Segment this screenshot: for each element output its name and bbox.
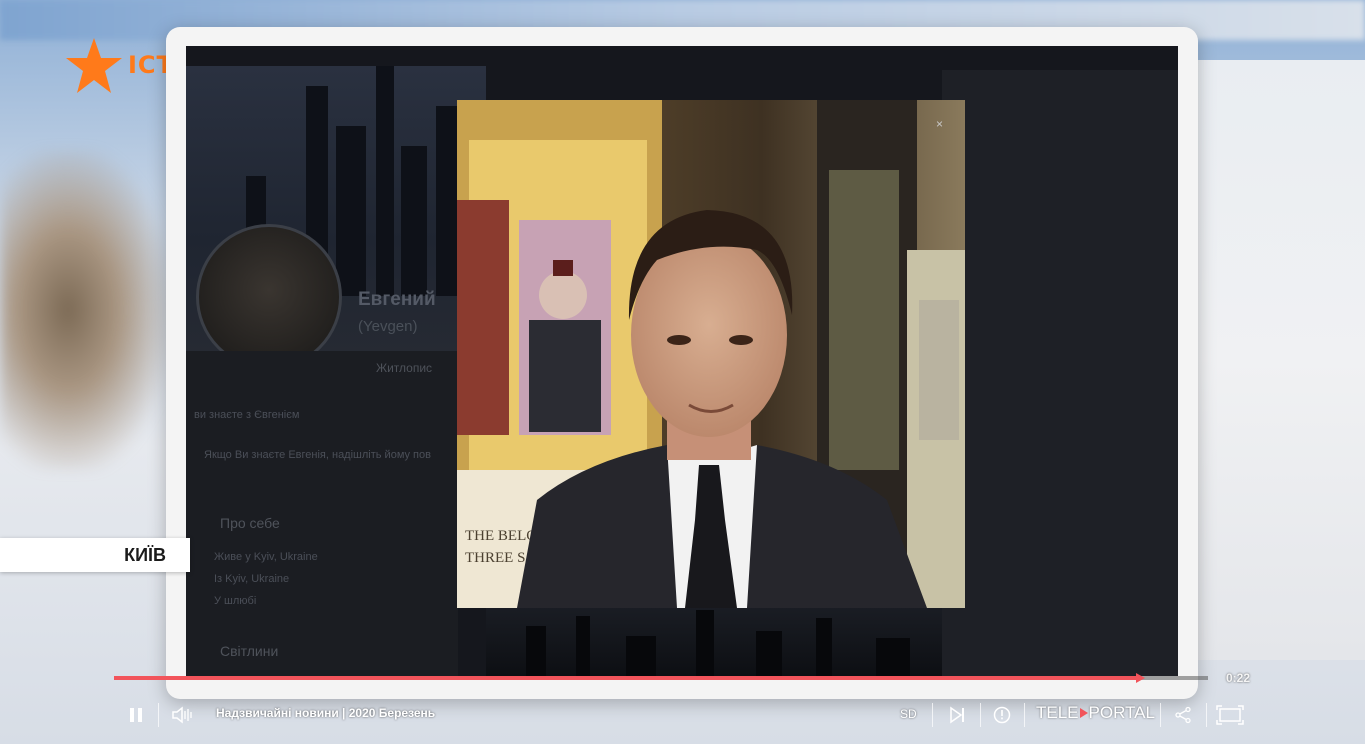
progress-fill xyxy=(114,676,1142,680)
progress-handle[interactable] xyxy=(1136,673,1145,683)
video-title: Надзвичайні новини | 2020 Березень xyxy=(216,706,436,720)
teleportal-link[interactable]: TELE PORTAL xyxy=(1036,703,1155,723)
background-right-blur xyxy=(1195,60,1365,660)
volume-button[interactable] xyxy=(168,698,196,732)
profile-photos-title: Світлини xyxy=(220,643,279,659)
profile-avatar xyxy=(196,224,342,370)
brand-text-right: PORTAL xyxy=(1088,703,1155,722)
svg-text:THE BELO: THE BELO xyxy=(465,528,537,544)
location-tag: КИЇВ xyxy=(0,538,190,572)
playback-time: 0:22 xyxy=(1226,671,1251,685)
star-icon xyxy=(66,38,122,93)
progress-bar[interactable] xyxy=(114,673,1208,683)
separator xyxy=(158,703,159,727)
volume-icon xyxy=(172,706,192,724)
separator xyxy=(1160,703,1161,727)
separator xyxy=(1024,703,1025,727)
pause-button[interactable] xyxy=(124,698,148,732)
profile-about-item: Живе у Kyiv, Ukraine xyxy=(214,551,318,563)
info-button[interactable] xyxy=(990,698,1014,732)
profile-about-item: У шлюбі xyxy=(214,595,257,607)
brand-text-left: TELE xyxy=(1036,703,1079,722)
info-icon xyxy=(993,706,1011,724)
profile-name: Евгений xyxy=(358,289,436,310)
next-icon xyxy=(950,706,964,724)
profile-panel: ви знаєте з Євгенієм Якщо Ви знаєте Евге… xyxy=(186,351,458,676)
fullscreen-button[interactable] xyxy=(1214,698,1246,732)
separator xyxy=(932,703,933,727)
profile-about-item: Із Kyiv, Ukraine xyxy=(214,573,290,585)
pause-icon xyxy=(130,708,142,722)
svg-text:THREE S: THREE S xyxy=(465,550,525,566)
location-tag-text: КИЇВ xyxy=(124,545,166,565)
share-icon xyxy=(1175,706,1191,724)
enlarged-photo: THE BELO THREE S xyxy=(457,100,965,608)
play-triangle-icon xyxy=(1079,708,1088,718)
close-icon[interactable]: × xyxy=(936,117,943,131)
profile-known-section: ви знаєте з Євгенієм xyxy=(194,409,300,421)
profile-invite-text: Якщо Ви знаєте Евгенія, надішліть йому п… xyxy=(204,449,431,461)
quality-toggle[interactable]: SD xyxy=(900,707,917,721)
player-controls: Надзвичайні новини | 2020 Березень SD TE… xyxy=(0,698,1365,732)
share-button[interactable] xyxy=(1170,698,1196,732)
profile-about-title: Про себе xyxy=(220,515,280,531)
separator xyxy=(980,703,981,727)
fullscreen-icon xyxy=(1216,705,1244,725)
profile-latin-name: (Yevgen) xyxy=(358,318,418,335)
cover-skyline xyxy=(486,606,966,676)
profile-right-column xyxy=(942,70,1178,676)
profile-tab: Житлопис xyxy=(376,361,433,375)
next-button[interactable] xyxy=(944,698,970,732)
portrait-image: THE BELO THREE S xyxy=(457,100,965,608)
separator xyxy=(1206,703,1207,727)
background-left-blur xyxy=(0,150,170,470)
